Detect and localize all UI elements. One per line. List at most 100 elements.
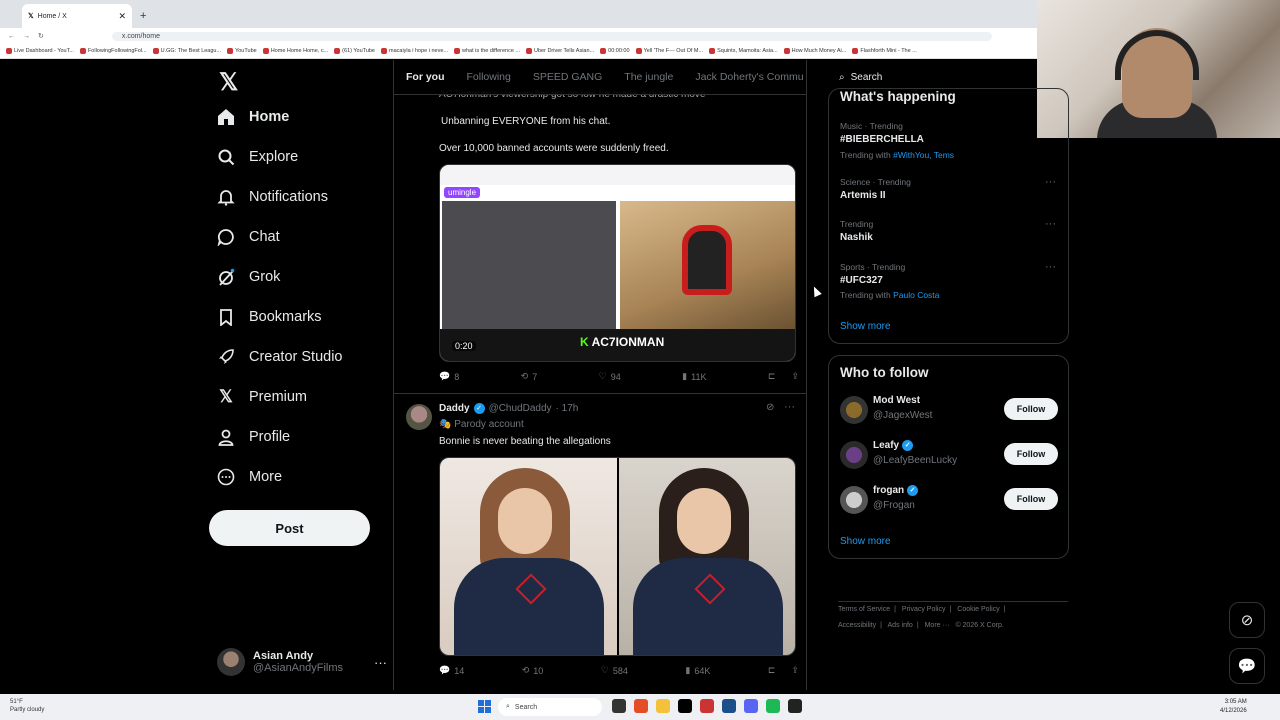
bookmark[interactable]: U.GG: The Best Leagu... xyxy=(152,48,221,54)
bookmark[interactable]: 00:00:00 xyxy=(600,48,630,54)
weather-widget[interactable]: 51°F Partly cloudy xyxy=(10,698,44,714)
taskbar-search[interactable]: ⌕ Search xyxy=(498,698,602,716)
nav-explore[interactable]: Explore xyxy=(217,148,298,166)
reload-icon[interactable]: ↻ xyxy=(38,32,44,40)
bookmark[interactable]: Home Home Home, c... xyxy=(262,48,328,54)
follow-suggestion[interactable]: Mod West @JagexWest Follow xyxy=(840,394,1060,428)
nav-more[interactable]: More xyxy=(217,468,282,486)
bookmark[interactable]: (61) YouTube xyxy=(334,48,375,54)
discord-icon[interactable] xyxy=(744,699,758,713)
tab-speed-gang[interactable]: SPEED GANG xyxy=(533,71,602,83)
post-button[interactable]: Post xyxy=(209,510,370,546)
app-icon[interactable] xyxy=(788,699,802,713)
tab-the-jungle[interactable]: The jungle xyxy=(624,71,673,83)
like-button[interactable]: ♡ 584 xyxy=(601,665,628,676)
x-app-icon[interactable] xyxy=(678,699,692,713)
bookmark[interactable]: YouTube xyxy=(227,48,257,54)
trend-name[interactable]: #UFC327 xyxy=(840,275,883,286)
system-clock[interactable]: 3:05 AM 4/12/2026 xyxy=(1220,698,1247,716)
grok-icon[interactable]: ⊘ xyxy=(766,402,774,413)
trend-related-link[interactable]: #WithYou, Tems xyxy=(893,150,954,160)
show-more-link[interactable]: Show more xyxy=(840,321,891,332)
avatar[interactable] xyxy=(406,404,432,430)
search-input[interactable]: ⌕ Search xyxy=(829,66,1037,88)
file-explorer-icon[interactable] xyxy=(656,699,670,713)
x-logo-icon[interactable]: 𝕏 xyxy=(219,68,238,97)
nav-premium[interactable]: 𝕏 Premium xyxy=(217,387,307,406)
spotify-icon[interactable] xyxy=(766,699,780,713)
bookmark-button[interactable]: ⊏ ⇪ xyxy=(768,665,799,676)
post-image[interactable] xyxy=(440,458,617,655)
follow-button[interactable]: Follow xyxy=(1004,488,1058,510)
nav-home[interactable]: Home xyxy=(217,108,289,126)
footer-link-cookie[interactable]: Cookie Policy xyxy=(957,606,999,613)
footer-link-ads-info[interactable]: Ads info xyxy=(888,622,913,629)
reply-button[interactable]: 💬 8 xyxy=(439,371,459,382)
browser-icon[interactable] xyxy=(634,699,648,713)
bookmark[interactable]: what is the difference ... xyxy=(454,48,520,54)
tab-for-you[interactable]: For you xyxy=(406,71,445,83)
back-icon[interactable]: ← xyxy=(8,33,15,40)
follow-button[interactable]: Follow xyxy=(1004,398,1058,420)
grok-float-button[interactable]: ⊘ xyxy=(1229,602,1265,638)
post-video[interactable]: umingle K AC7IONMAN 0:20 xyxy=(439,164,796,362)
follow-button[interactable]: Follow xyxy=(1004,443,1058,465)
footer-link-terms[interactable]: Terms of Service xyxy=(838,606,890,613)
nav-chat[interactable]: Chat xyxy=(217,228,280,246)
bookmark-button[interactable]: ⊏ ⇪ xyxy=(768,371,799,382)
bookmark[interactable]: FollowingFollowingFol... xyxy=(79,48,147,54)
bookmark[interactable]: How Much Money Ai... xyxy=(783,48,846,54)
author-name[interactable]: Daddy xyxy=(439,403,470,414)
follow-suggestion[interactable]: frogan ✓ @Frogan Follow xyxy=(840,484,1060,518)
close-icon[interactable]: ✕ xyxy=(118,11,126,22)
more-dots-icon[interactable]: ··· xyxy=(374,655,387,670)
footer-link-accessibility[interactable]: Accessibility xyxy=(838,622,876,629)
tab-following[interactable]: Following xyxy=(467,71,511,83)
tab-jack-doherty[interactable]: Jack Doherty's Commu xyxy=(695,71,803,83)
repost-button[interactable]: ⟲ 10 xyxy=(522,665,544,676)
trend-name[interactable]: Artemis II xyxy=(840,190,886,201)
steam-icon[interactable] xyxy=(722,699,736,713)
footer-link-more[interactable]: More ··· xyxy=(925,622,950,629)
like-button[interactable]: ♡ 94 xyxy=(599,371,621,382)
new-tab-icon[interactable]: + xyxy=(140,10,146,22)
bookmark[interactable]: Live Dashboard - YouT... xyxy=(6,48,74,54)
bookmark[interactable]: macaiyla i hope i neve... xyxy=(381,48,448,54)
author-handle[interactable]: @ChudDaddy xyxy=(489,403,552,414)
trend-related-link[interactable]: Paulo Costa xyxy=(893,290,939,300)
more-dots-icon[interactable]: ··· xyxy=(1045,218,1056,230)
trend-name[interactable]: Nashik xyxy=(840,232,873,243)
nav-creator-studio[interactable]: Creator Studio xyxy=(217,348,343,366)
show-more-link[interactable]: Show more xyxy=(840,536,891,547)
more-dots-icon[interactable]: ··· xyxy=(784,401,795,413)
chat-float-button[interactable]: 💬 xyxy=(1229,648,1265,684)
task-view-icon[interactable] xyxy=(612,699,626,713)
nav-bookmarks[interactable]: Bookmarks xyxy=(217,308,322,326)
reply-button[interactable]: 💬 14 xyxy=(439,665,464,676)
account-switcher[interactable]: Asian Andy @AsianAndyFilms ··· xyxy=(217,648,387,676)
views-button[interactable]: ▮ 64K xyxy=(685,665,710,676)
trend-name[interactable]: #BIEBERCHELLA xyxy=(840,134,924,145)
repost-button[interactable]: ⟲ 7 xyxy=(521,371,538,382)
post-time[interactable]: · 17h xyxy=(556,403,579,414)
browser-tab[interactable]: 𝕏 Home / X ✕ xyxy=(22,4,132,28)
more-dots-icon[interactable]: ··· xyxy=(1045,176,1056,188)
bookmark[interactable]: Uber Driver Tells Asian... xyxy=(526,48,594,54)
forward-icon[interactable]: → xyxy=(23,33,30,40)
share-icon[interactable]: ⇪ xyxy=(791,665,799,676)
bookmark[interactable]: Squints, Mamoita: Asia... xyxy=(709,48,778,54)
url-field[interactable]: x.com/home xyxy=(111,31,992,41)
views-button[interactable]: ▮ 11K xyxy=(682,371,706,382)
nav-grok[interactable]: Grok xyxy=(217,268,280,286)
more-dots-icon[interactable]: ··· xyxy=(1045,261,1056,273)
follow-suggestion[interactable]: Leafy ✓ @LeafyBeenLucky Follow xyxy=(840,439,1060,473)
share-icon[interactable]: ⇪ xyxy=(791,371,799,382)
footer-link-privacy[interactable]: Privacy Policy xyxy=(902,606,946,613)
app-icon[interactable] xyxy=(700,699,714,713)
nav-notifications[interactable]: Notifications xyxy=(217,188,328,206)
windows-start-icon[interactable] xyxy=(478,700,491,713)
nav-profile[interactable]: Profile xyxy=(217,428,290,446)
bookmark[interactable]: Yell 'The F--- Out Of M... xyxy=(635,48,703,54)
post-image[interactable] xyxy=(618,458,795,655)
bookmark[interactable]: Flashforth Mini - The ... xyxy=(852,48,917,54)
